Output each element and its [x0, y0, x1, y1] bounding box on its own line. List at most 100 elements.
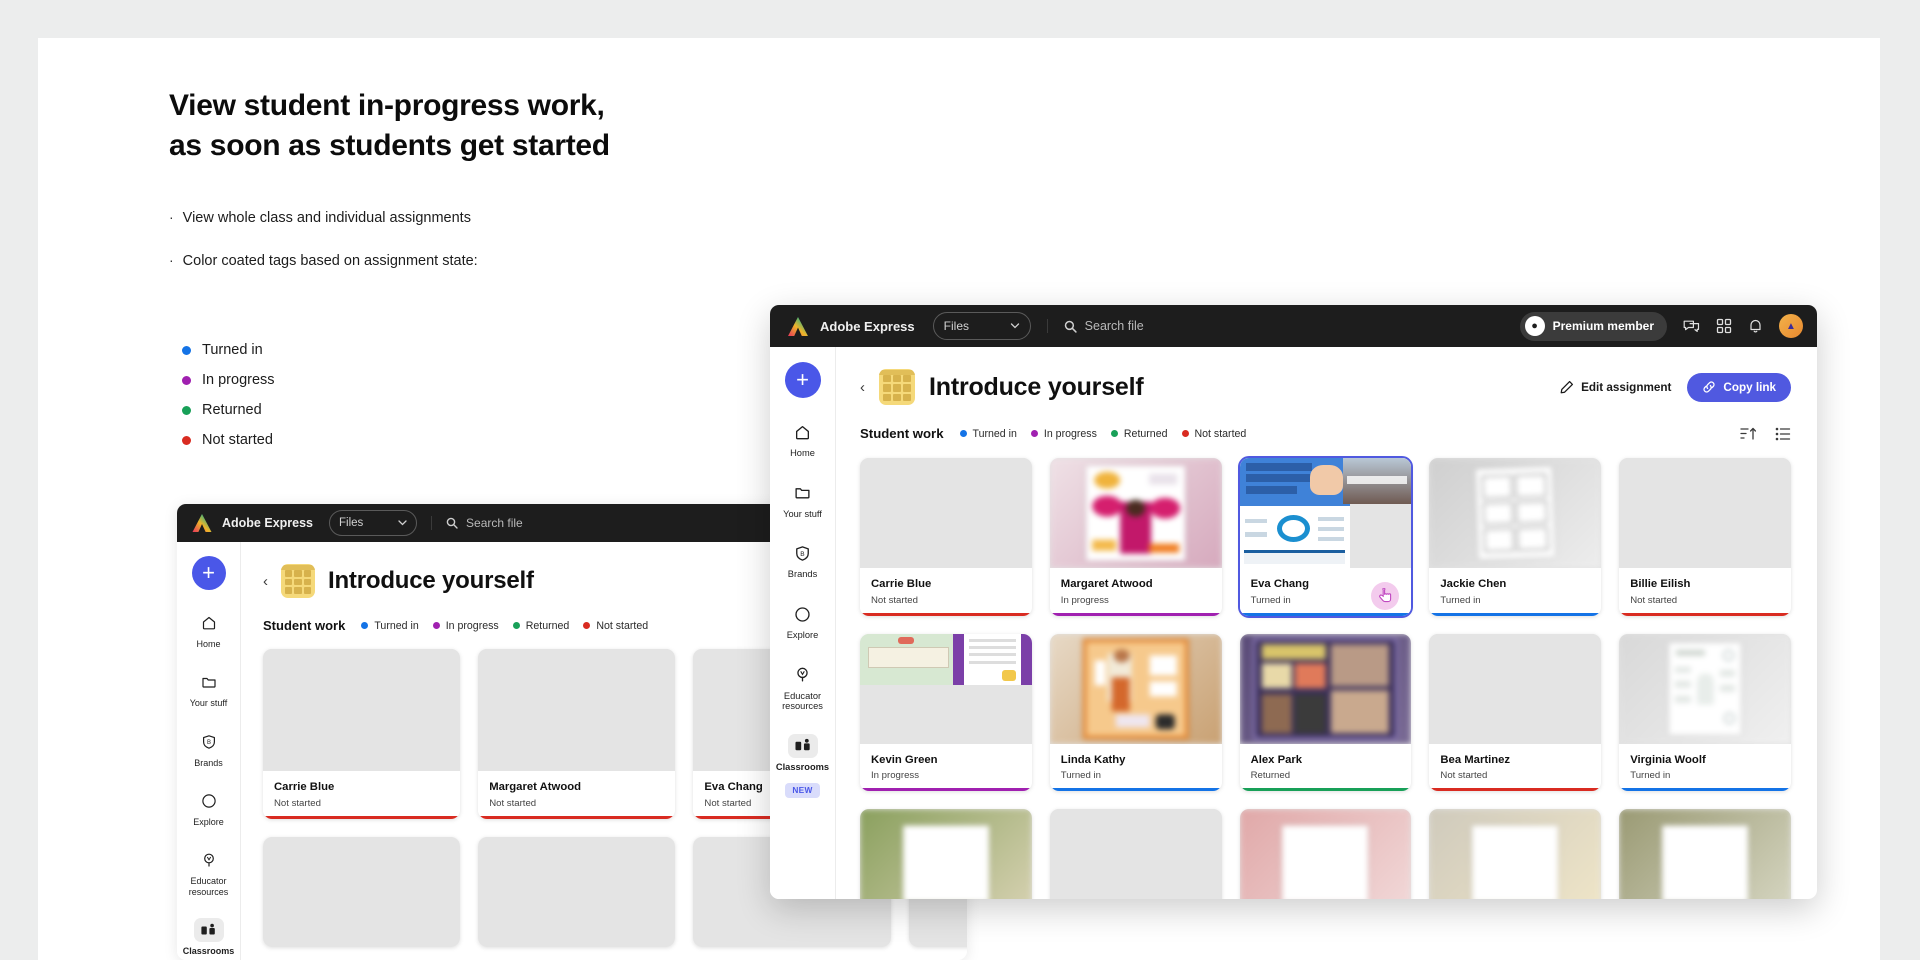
status-bar: [1429, 612, 1602, 616]
student-work-card[interactable]: [263, 836, 461, 947]
files-select-value: Files: [943, 319, 969, 333]
sidebar-item-educator-resources[interactable]: Educator resources: [773, 663, 833, 712]
artwork-none: [1429, 633, 1602, 744]
student-work-card[interactable]: Billie Eilish Not started: [1619, 458, 1791, 616]
sidebar-item-explore[interactable]: Explore: [180, 789, 238, 827]
edit-assignment-label: Edit assignment: [1581, 380, 1672, 394]
sidebar-item-your-stuff[interactable]: Your stuff: [180, 670, 238, 708]
copy-link-button[interactable]: Copy link: [1687, 372, 1791, 402]
legend-item-returned: Returned: [512, 619, 570, 632]
status-bar: [860, 612, 1032, 616]
bullet-marker-icon: ·: [169, 251, 174, 268]
bullet-text: Color coated tags based on assignment st…: [182, 252, 478, 269]
student-work-card[interactable]: Linda Kathy Turned in: [1049, 633, 1222, 792]
page-header: ‹ Introduce yourself Edit assignment Cop…: [836, 347, 1817, 405]
card-preview: [1429, 458, 1602, 568]
card-preview: [263, 649, 461, 771]
student-work-card[interactable]: [1239, 809, 1412, 899]
search-input[interactable]: Search file: [431, 516, 523, 530]
sidebar-item-explore[interactable]: Explore: [773, 602, 833, 641]
chat-icon[interactable]: [1683, 319, 1700, 334]
avatar[interactable]: ▲: [1779, 314, 1803, 338]
sort-icon[interactable]: [1740, 426, 1757, 441]
student-work-card[interactable]: [1049, 809, 1222, 899]
student-work-card[interactable]: [860, 809, 1032, 899]
card-preview: [1049, 809, 1222, 899]
apps-grid-icon[interactable]: [1716, 318, 1732, 334]
files-select-value: Files: [339, 517, 364, 529]
student-work-card[interactable]: Margaret Atwood Not started: [478, 649, 676, 819]
card-preview: [860, 633, 1032, 744]
student-work-card[interactable]: Alex Park Returned: [1239, 633, 1412, 792]
sidebar-item-classrooms[interactable]: Classrooms NEW: [773, 734, 833, 799]
card-preview: [478, 649, 676, 771]
sidebar-item-brands[interactable]: B Brands: [773, 541, 833, 580]
files-select[interactable]: Files: [932, 312, 1031, 340]
folder-icon: [196, 670, 222, 694]
student-work-card[interactable]: Eva Chang Turned in: [1237, 456, 1414, 618]
student-name: Carrie Blue: [274, 781, 335, 793]
list-view-icon[interactable]: [1775, 427, 1791, 441]
sidebar-item-your-stuff[interactable]: Your stuff: [773, 481, 833, 520]
card-meta: Carrie Blue Not started: [263, 771, 461, 819]
legend-item-in-progress: In progress: [432, 620, 499, 632]
card-preview: [1049, 458, 1222, 568]
sidebar-item-home[interactable]: Home: [773, 420, 833, 459]
sidebar-item-brands[interactable]: B Brands: [180, 730, 238, 768]
card-preview: [860, 809, 1032, 899]
card-meta: Bea Martinez Not started: [1429, 743, 1602, 792]
card-meta: Margaret Atwood Not started: [478, 771, 676, 819]
status-legend: Turned in In progress Returned Not start…: [959, 428, 1246, 440]
student-status-label: In progress: [1060, 594, 1109, 606]
student-work-title: Student work: [263, 618, 346, 633]
legend-label: Returned: [525, 619, 570, 632]
chevron-left-icon[interactable]: ‹: [860, 379, 865, 396]
student-work-card[interactable]: Margaret Atwood In progress: [1049, 458, 1222, 616]
student-work-card[interactable]: Virginia Woolf Turned in: [1619, 633, 1791, 792]
student-work-card[interactable]: Kevin Green In progress: [860, 633, 1032, 792]
student-work-card[interactable]: [1619, 809, 1791, 899]
create-button[interactable]: +: [784, 362, 821, 398]
search-icon: [1064, 320, 1077, 333]
app-content: ‹ Introduce yourself Edit assignment Cop…: [836, 347, 1817, 899]
chevron-left-icon[interactable]: ‹: [263, 573, 268, 590]
edit-assignment-button[interactable]: Edit assignment: [1560, 380, 1671, 394]
status-dot-icon: [182, 345, 191, 355]
student-name: Carrie Blue: [871, 578, 932, 590]
plus-icon: +: [202, 560, 215, 585]
premium-member-button[interactable]: ● Premium member: [1519, 311, 1667, 341]
svg-text:B: B: [206, 740, 210, 746]
artwork-green-plant-label: [860, 809, 1032, 899]
create-button[interactable]: +: [191, 556, 226, 590]
files-select[interactable]: Files: [329, 510, 418, 536]
student-work-card[interactable]: Carrie Blue Not started: [263, 649, 461, 819]
sidebar-item-label: Home: [790, 448, 815, 458]
legend-label: Not started: [596, 619, 649, 632]
sidebar-item-educator-resources[interactable]: Educator resources: [180, 848, 238, 897]
search-input[interactable]: Search file: [1046, 319, 1520, 333]
student-work-card[interactable]: [478, 836, 676, 947]
compass-icon: [196, 789, 222, 813]
classrooms-icon: [193, 918, 224, 943]
card-meta: Jackie Chen Turned in: [1429, 568, 1602, 616]
student-work-card[interactable]: [1429, 809, 1602, 899]
artwork-none: [263, 649, 461, 771]
student-name: Virginia Woolf: [1630, 753, 1706, 766]
student-work-card[interactable]: Carrie Blue Not started: [860, 458, 1032, 616]
adobe-express-logo-icon: [192, 514, 212, 532]
student-work-card[interactable]: Bea Martinez Not started: [1429, 633, 1602, 792]
card-preview: [478, 836, 676, 947]
status-legend: Turned in In progress Returned Not start…: [361, 620, 648, 632]
card-meta: Billie Eilish Not started: [1619, 568, 1791, 616]
sidebar-item-classrooms[interactable]: Classrooms NEW: [180, 918, 238, 960]
link-icon: [1703, 381, 1715, 393]
bell-icon[interactable]: [1748, 318, 1763, 334]
status-dot-icon: [1110, 430, 1118, 437]
student-status-label: Not started: [1630, 594, 1678, 606]
search-placeholder: Search file: [466, 516, 523, 530]
assignment-thumbnail: [879, 369, 915, 405]
sidebar-rail: + Home Your stuff B Brands Explore Educa…: [177, 542, 241, 960]
sidebar-item-home[interactable]: Home: [180, 611, 238, 649]
card-preview: [1239, 633, 1412, 744]
student-work-card[interactable]: Jackie Chen Turned in: [1429, 458, 1602, 616]
